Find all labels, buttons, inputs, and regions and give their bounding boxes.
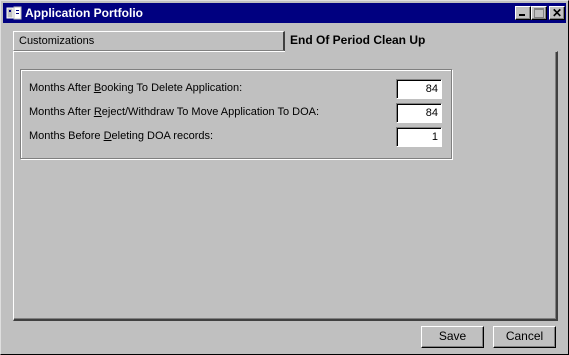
months-before-deleting-input[interactable] [396,127,442,147]
tab-label: End Of Period Clean Up [290,33,426,47]
close-icon[interactable]: ✕ [549,6,565,20]
maximize-icon[interactable] [531,6,547,20]
tab-label: Customizations [19,35,95,47]
tab-end-of-period-clean-up[interactable]: End Of Period Clean Up [285,30,557,52]
months-before-deleting-label: Months Before Deleting DOA records: [29,130,214,142]
months-after-booking-label: Months After Booking To Delete Applicati… [29,82,243,94]
application-window: Application Portfolio ✕ Customizations E… [0,0,569,355]
cancel-button[interactable]: Cancel [493,326,556,348]
title-bar[interactable]: Application Portfolio ✕ [3,3,566,23]
application-icon [6,6,22,20]
minimize-icon[interactable] [515,6,531,20]
save-button[interactable]: Save [421,326,484,348]
months-after-reject-label: Months After Reject/Withdraw To Move App… [29,106,320,118]
window-title: Application Portfolio [25,6,143,20]
months-after-booking-input[interactable] [396,79,442,99]
tab-customizations[interactable]: Customizations [13,31,285,51]
months-after-reject-input[interactable] [396,103,442,123]
